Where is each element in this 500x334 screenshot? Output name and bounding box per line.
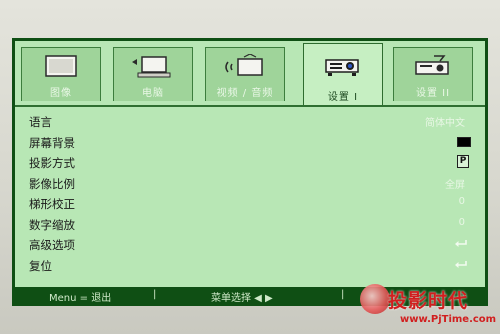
menu-item-label: 复位 bbox=[29, 258, 52, 273]
tab-divider bbox=[15, 105, 485, 107]
watermark-brand: 投影时代 bbox=[388, 290, 469, 312]
select-hint: 菜单选择 ◀ ▶ bbox=[211, 293, 273, 304]
enter-arrow-icon bbox=[455, 260, 467, 268]
projector-icon bbox=[325, 59, 359, 76]
menu-item-reset[interactable]: 复位 bbox=[15, 255, 485, 276]
video-audio-icon bbox=[225, 54, 263, 76]
projection-mode-badge: P bbox=[457, 155, 469, 168]
color-swatch bbox=[457, 136, 471, 147]
watermark: 投影时代 www.PjTime.com bbox=[360, 284, 500, 330]
tab-label: 图像 bbox=[50, 88, 72, 99]
enter-arrow-icon bbox=[455, 240, 467, 247]
tab-label: 电脑 bbox=[142, 88, 164, 99]
tab-computer[interactable]: 电脑 bbox=[113, 47, 193, 101]
menu-item-label: 梯形校正 bbox=[29, 197, 75, 211]
menu-item-aspect-ratio[interactable]: 影像比例 全屏 bbox=[15, 173, 485, 194]
menu-item-label: 屏幕背景 bbox=[29, 135, 75, 150]
menu-item-value: 全屏 bbox=[445, 179, 465, 191]
menu-item-label: 数字缩放 bbox=[29, 217, 75, 232]
footer-separator: | bbox=[153, 289, 157, 300]
tab-label: 视频 / 音频 bbox=[216, 88, 274, 99]
watermark-url: www.PjTime.com bbox=[400, 314, 497, 325]
menu-item-value: 0 bbox=[458, 196, 465, 207]
menu-item-keystone[interactable]: 梯形校正 0 bbox=[15, 193, 485, 214]
menu-item-label: 影像比例 bbox=[29, 176, 75, 191]
computer-icon bbox=[132, 56, 171, 78]
menu-item-label: 语言 bbox=[29, 115, 52, 129]
menu-item-value: 0 bbox=[458, 216, 465, 228]
tab-label: 设置 II bbox=[415, 88, 451, 99]
tab-video-audio[interactable]: 视频 / 音频 bbox=[205, 47, 285, 101]
menu-item-label: 高级选项 bbox=[29, 238, 75, 252]
menu-item-digital-zoom[interactable]: 数字缩放 0 bbox=[15, 214, 485, 235]
screen-icon bbox=[45, 55, 77, 77]
menu-item-screen-background[interactable]: 屏幕背景 bbox=[15, 132, 485, 153]
tab-bar: 图像 电脑 视频 / 音频 设置 I 设置 II bbox=[15, 41, 485, 107]
exit-hint: Menu = 退出 bbox=[49, 293, 112, 304]
projector-settings-icon bbox=[415, 55, 449, 75]
footer-separator: | bbox=[341, 289, 345, 300]
watermark-logo-icon bbox=[360, 284, 390, 314]
tab-settings-1[interactable]: 设置 I bbox=[303, 43, 383, 107]
menu-item-advanced[interactable]: 高级选项 bbox=[15, 234, 485, 255]
tab-label: 设置 I bbox=[327, 92, 359, 103]
menu-item-language[interactable]: 语言 简体中文 bbox=[15, 111, 485, 132]
tab-settings-2[interactable]: 设置 II bbox=[393, 47, 473, 101]
osd-menu: 图像 电脑 视频 / 音频 设置 I 设置 II 语言 简体中文 屏幕背景 投影… bbox=[12, 38, 488, 306]
menu-list: 语言 简体中文 屏幕背景 投影方式 P 影像比例 全屏 梯形校正 0 数字缩放 … bbox=[15, 111, 485, 275]
menu-item-projection-mode[interactable]: 投影方式 P bbox=[15, 152, 485, 173]
menu-item-value: 简体中文 bbox=[425, 118, 465, 129]
tab-image[interactable]: 图像 bbox=[21, 47, 101, 101]
menu-item-label: 投影方式 bbox=[29, 156, 75, 170]
